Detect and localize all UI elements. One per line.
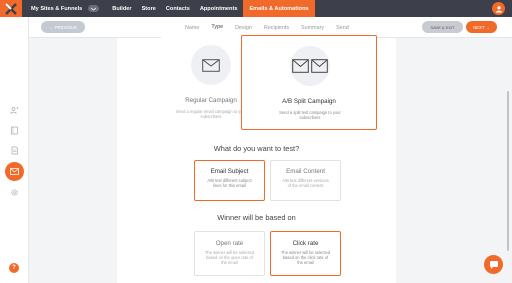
ab-campaign-desc: Send a split test campaign to your subsc… [279, 110, 341, 120]
nav-emails-automations[interactable]: Emails & Automations [243, 0, 315, 17]
chat-button[interactable] [484, 255, 503, 274]
chevron-down-icon [91, 7, 97, 11]
user-avatar[interactable] [492, 2, 505, 15]
sidebar-contacts[interactable] [9, 105, 20, 116]
email-content-option[interactable]: Email Content A/B test different version… [270, 160, 341, 201]
gear-icon [11, 189, 18, 196]
sidebar-emails[interactable] [5, 162, 24, 181]
open-rate-option[interactable]: Open rate The winner will be selected ba… [194, 231, 265, 276]
email-content-desc: A/B test different versions of the email… [282, 178, 329, 188]
nav-my-sites[interactable]: My Sites & Funnels [31, 0, 82, 17]
nav-contacts[interactable]: Contacts [166, 0, 190, 17]
two-envelopes-icon [292, 59, 328, 73]
ab-campaign-title: A/B Split Campaign [282, 98, 336, 105]
tab-name[interactable]: Name [185, 17, 199, 38]
click-rate-title: Click rate [292, 240, 319, 247]
nav-store[interactable]: Store [142, 0, 156, 17]
save-exit-button[interactable]: SAVE & EXIT [422, 21, 463, 33]
user-icon [495, 5, 502, 12]
help-badge[interactable]: ? [9, 263, 19, 273]
next-button[interactable]: NEXT → [466, 21, 497, 33]
tab-type[interactable]: Type [211, 17, 224, 38]
ab-campaign-illustration [290, 46, 330, 86]
email-subject-option[interactable]: Email Subject A/B test different subject… [194, 160, 265, 201]
nav-builder[interactable]: Builder [112, 0, 131, 17]
users-icon [10, 107, 19, 115]
envelope-icon [202, 58, 220, 72]
campaign-type-panel: Regular Campaign Send a regular email ca… [117, 35, 396, 283]
left-sidebar: ? [0, 17, 29, 283]
app-logo[interactable] [0, 0, 22, 17]
book-icon [11, 126, 18, 135]
winner-section-heading: Winner will be based on [217, 213, 296, 222]
document-icon [11, 146, 18, 155]
email-subject-desc: A/B test different subject lines for thi… [207, 178, 252, 188]
sites-dropdown-toggle[interactable] [88, 5, 100, 12]
mail-icon [10, 168, 19, 175]
open-rate-title: Open rate [215, 240, 244, 247]
test-section-heading: What do you want to test? [213, 144, 300, 153]
email-content-title: Email Content [286, 168, 325, 175]
email-subject-title: Email Subject [210, 168, 249, 175]
sidebar-documents[interactable] [9, 145, 20, 156]
regular-campaign-desc: Send a regular email campaign to your su… [175, 109, 247, 119]
click-rate-option[interactable]: Click rate The winner will be selected b… [270, 231, 341, 276]
logo-icon [5, 2, 17, 15]
previous-button[interactable]: ← PREVIOUS [41, 21, 85, 33]
page-scrollbar[interactable] [507, 91, 509, 251]
open-rate-desc: The winner will be selected based on the… [204, 250, 255, 265]
regular-campaign-illustration [191, 45, 231, 85]
chat-icon [489, 260, 498, 269]
top-navigation-bar: My Sites & Funnels Builder Store Contact… [0, 0, 512, 17]
nav-appointments[interactable]: Appointments [200, 0, 238, 17]
sidebar-pages[interactable] [9, 125, 20, 136]
sidebar-settings[interactable] [9, 187, 20, 198]
ab-split-campaign-option[interactable]: A/B Split Campaign Send a split test cam… [241, 35, 377, 130]
click-rate-desc: The winner will be selected based on the… [280, 250, 331, 265]
